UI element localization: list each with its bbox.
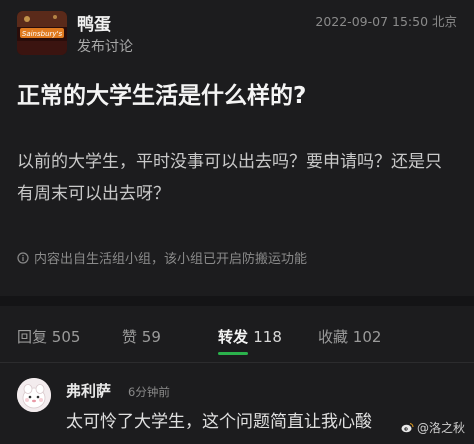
svg-text:Sainsbury's: Sainsbury's — [22, 30, 63, 38]
tab-likes[interactable]: 赞 59 — [122, 326, 161, 347]
tab-label: 回复 — [17, 328, 48, 346]
post-type-label: 发布讨论 — [77, 39, 133, 55]
weibo-icon — [401, 422, 414, 433]
active-tab-indicator — [218, 352, 248, 355]
commenter-avatar[interactable] — [17, 378, 51, 412]
tab-count: 59 — [141, 328, 161, 346]
comment-time: 6分钟前 — [128, 385, 170, 399]
source-note-text: 内容出自生活组小组，该小组已开启防搬运功能 — [34, 252, 308, 267]
tab-label: 收藏 — [318, 328, 349, 346]
tab-reposts[interactable]: 转发 118 — [218, 326, 282, 347]
info-icon — [17, 251, 29, 264]
author-name[interactable]: 鸭蛋 — [77, 10, 111, 35]
tab-replies[interactable]: 回复 505 — [17, 326, 80, 347]
tab-favorites[interactable]: 收藏 102 — [318, 326, 381, 347]
post-body: 以前的大学生，平时没事可以出去吗？要申请吗？还是只有周末可以出去呀？ — [17, 152, 442, 204]
comment-author[interactable]: 弗利萨 — [66, 380, 111, 401]
tab-label: 转发 — [218, 328, 249, 346]
tab-count: 505 — [51, 328, 81, 346]
tab-count: 118 — [253, 328, 282, 346]
watermark-text: @洛之秋 — [416, 421, 465, 435]
tab-label: 赞 — [122, 328, 138, 346]
tab-separator — [0, 362, 474, 363]
post-header: Sainsbury's 鸭蛋 发布讨论 2022-09-07 15:50 北京 — [0, 0, 474, 62]
weibo-watermark: @洛之秋 — [401, 419, 465, 436]
section-divider — [0, 296, 474, 306]
post-timestamp: 2022-09-07 15:50 北京 — [315, 14, 457, 29]
comment-text: 太可怜了大学生，这个问题简直让我心酸 — [66, 412, 372, 432]
author-avatar[interactable]: Sainsbury's — [17, 11, 67, 55]
tab-count: 102 — [352, 328, 382, 346]
post-title: 正常的大学生活是什么样的? — [17, 83, 307, 109]
source-note: 内容出自生活组小组，该小组已开启防搬运功能 — [17, 248, 307, 267]
interaction-tabs: 回复 505 赞 59 转发 118 收藏 102 — [0, 318, 474, 354]
